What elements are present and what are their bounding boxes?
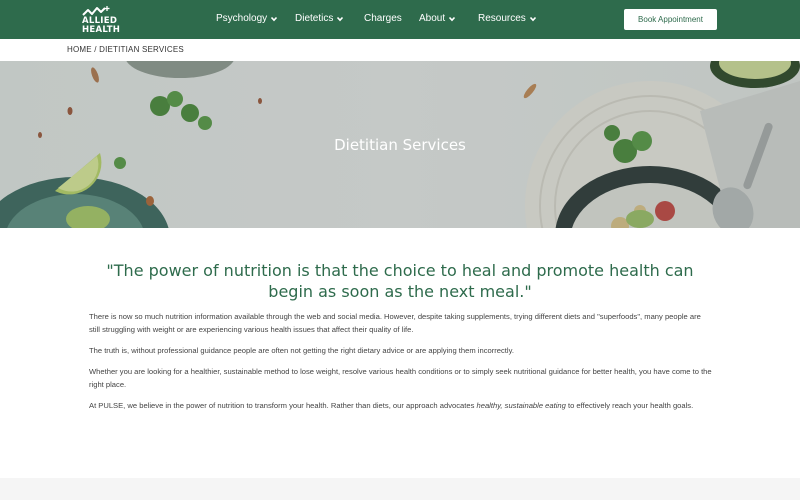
nav-label: About: [419, 13, 446, 24]
chevron-down-icon: [529, 16, 536, 21]
main-content: "The power of nutrition is that the choi…: [0, 228, 800, 478]
logo-text: ALLIED HEALTH: [82, 17, 120, 35]
book-appointment-button[interactable]: Book Appointment: [624, 9, 717, 30]
breadcrumb-current: DIETITIAN SERVICES: [99, 45, 184, 54]
nav-label: Resources: [478, 13, 526, 24]
chevron-down-icon: [337, 16, 344, 21]
paragraph-4-emphasis: healthy, sustainable eating: [476, 401, 566, 410]
nav-label: Dietetics: [295, 13, 334, 24]
nav-label: Psychology: [216, 13, 268, 24]
page-title: Dietitian Services: [334, 136, 466, 154]
chevron-down-icon: [271, 16, 278, 21]
paragraph-4-text-end: to effectively reach your health goals.: [565, 401, 694, 410]
logo-line2: HEALTH: [82, 25, 121, 35]
paragraph-2: The truth is, without professional guida…: [89, 346, 514, 355]
breadcrumb-text: HOME / DIETITIAN SERVICES: [67, 45, 184, 54]
nav-item-resources[interactable]: Resources: [478, 13, 537, 24]
allied-health-logo[interactable]: ALLIED HEALTH: [82, 5, 130, 35]
nav-item-charges[interactable]: Charges: [364, 13, 402, 24]
paragraph-4-text: At PULSE, we believe in the power of nut…: [89, 401, 477, 410]
page-bottom-band: [0, 478, 800, 500]
nutrition-quote: "The power of nutrition is that the choi…: [106, 261, 694, 301]
nav-item-about[interactable]: About: [419, 13, 456, 24]
chevron-down-icon: [449, 16, 456, 21]
nav-label: Charges: [364, 13, 402, 24]
breadcrumb-home-link[interactable]: HOME: [67, 45, 92, 54]
paragraph-1: There is now so much nutrition informati…: [89, 312, 701, 334]
breadcrumb-separator: /: [91, 45, 100, 54]
site-header: ALLIED HEALTH Psychology Dietetics Charg…: [0, 0, 800, 39]
paragraph-4: At PULSE, we believe in the power of nut…: [89, 400, 713, 413]
nav-item-dietetics[interactable]: Dietetics: [295, 13, 344, 24]
breadcrumb: HOME / DIETITIAN SERVICES: [0, 39, 800, 61]
hero-banner: Dietitian Services: [0, 61, 800, 228]
nav-item-psychology[interactable]: Psychology: [216, 13, 278, 24]
paragraph-3: Whether you are looking for a healthier,…: [89, 367, 712, 389]
